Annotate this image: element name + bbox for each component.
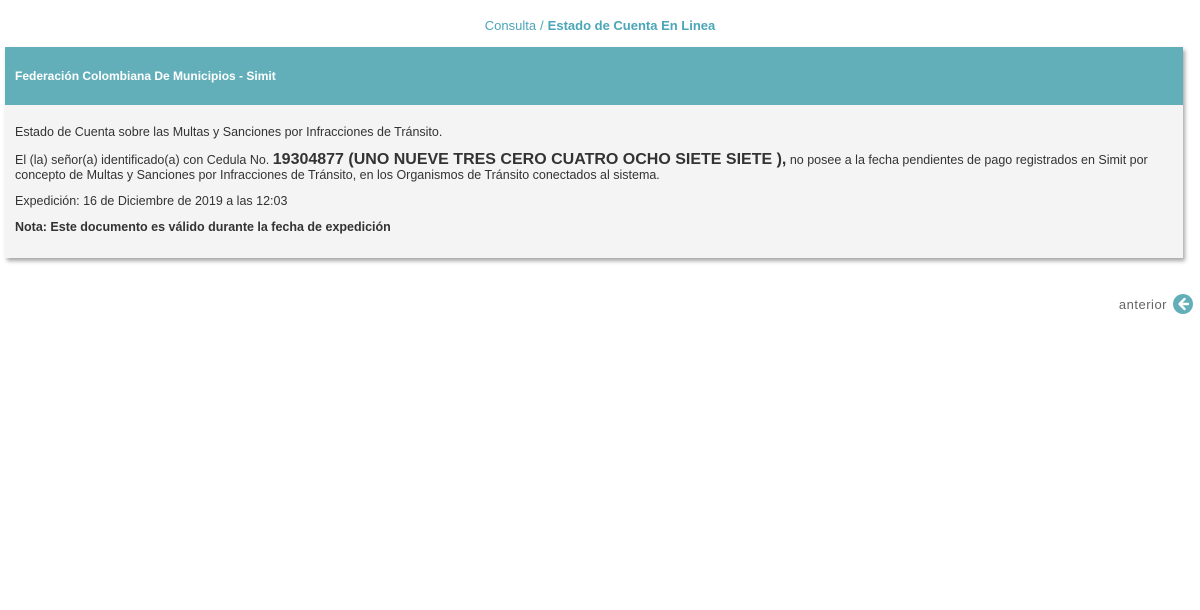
validity-note: Nota: Este documento es válido durante l… xyxy=(15,220,391,234)
back-label[interactable]: anterior xyxy=(1119,297,1167,312)
panel-body: Estado de Cuenta sobre las Multas y Sanc… xyxy=(5,105,1183,235)
back-link[interactable]: anterior xyxy=(1119,294,1193,314)
issue-date: Expedición: 16 de Diciembre de 2019 a la… xyxy=(15,194,288,208)
breadcrumb-consulta-link[interactable]: Consulta xyxy=(485,18,536,33)
arrow-left-circle-icon[interactable] xyxy=(1173,294,1193,314)
account-status-panel: Federación Colombiana De Municipios - Si… xyxy=(5,47,1183,258)
breadcrumb-separator: / xyxy=(540,18,544,33)
statement-prefix: El (la) señor(a) identificado(a) con Ced… xyxy=(15,153,273,167)
status-statement: El (la) señor(a) identificado(a) con Ced… xyxy=(15,152,1173,183)
panel-title: Federación Colombiana De Municipios - Si… xyxy=(5,47,1183,105)
id-number: 19304877 (UNO NUEVE TRES CERO CUATRO OCH… xyxy=(272,151,787,168)
intro-text: Estado de Cuenta sobre las Multas y Sanc… xyxy=(15,125,443,139)
breadcrumb-current: Estado de Cuenta En Linea xyxy=(547,18,716,33)
breadcrumb: Consulta / Estado de Cuenta En Linea xyxy=(0,17,1200,34)
